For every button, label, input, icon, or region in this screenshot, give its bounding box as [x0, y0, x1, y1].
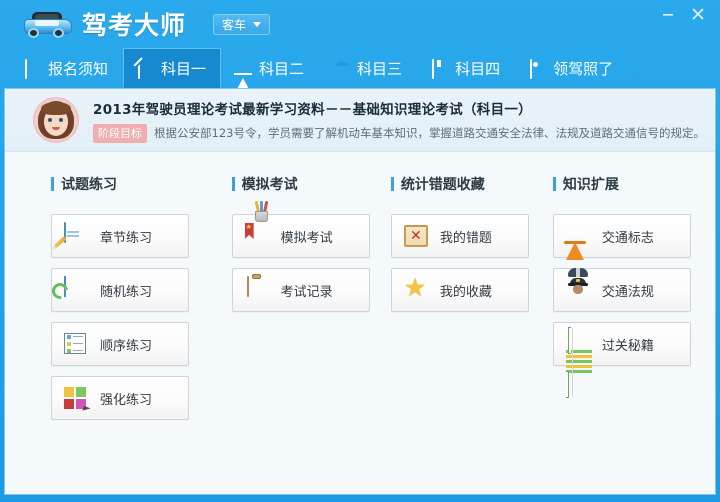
minimize-button[interactable] — [654, 4, 682, 24]
status-badge: 阶段目标 — [93, 124, 147, 143]
traffic-sign-icon — [566, 223, 592, 249]
card-wode-cuoti[interactable]: ✕ 我的错题 — [391, 214, 529, 258]
section-title: 模拟考试 — [242, 174, 298, 194]
document-icon — [25, 60, 42, 77]
tab-label: 科目三 — [357, 58, 402, 79]
wrong-questions-icon: ✕ — [404, 223, 430, 249]
card-label: 随机练习 — [100, 281, 152, 300]
card-label: 考试记录 — [281, 281, 333, 300]
card-jiaotong-biaozhi[interactable]: 交通标志 — [553, 214, 691, 258]
section-accent-bar — [232, 177, 235, 191]
section-header: 统计错题收藏 — [391, 174, 553, 194]
section-title: 试题练习 — [61, 174, 117, 194]
intensive-practice-icon — [64, 385, 90, 411]
tab-kemu-er[interactable]: 科目二 — [221, 48, 319, 88]
section-header: 模拟考试 — [232, 174, 391, 194]
card-label: 交通标志 — [602, 227, 654, 246]
section-accent-bar — [553, 177, 556, 191]
app-title: 驾考大师 — [82, 6, 186, 42]
info-banner: 2013年驾驶员理论考试最新学习资料－－基础知识理论考试（科目一） 阶段目标 根… — [5, 89, 715, 152]
card-wode-shoucang[interactable]: ★ 我的收藏 — [391, 268, 529, 312]
column-moni-kaoshi: 模拟考试 模拟考试 考试记录 — [232, 174, 391, 430]
section-header: 试题练习 — [51, 174, 232, 194]
blue-car-icon — [22, 9, 74, 39]
tab-kemu-yi[interactable]: 科目一 — [123, 48, 221, 88]
card-label: 顺序练习 — [100, 335, 152, 354]
card-guoguan-miji[interactable]: 过关秘籍 — [553, 322, 691, 366]
card-label: 过关秘籍 — [602, 335, 654, 354]
feature-columns: 试题练习 章节练习 随机练习 — [5, 152, 715, 430]
tab-ling-jiazhao[interactable]: 领驾照了 — [515, 48, 628, 88]
traffic-law-police-icon — [566, 277, 592, 303]
title-bar: 驾考大师 客车 — [0, 0, 720, 48]
section-header: 知识扩展 — [553, 174, 715, 194]
card-suiji-lianxi[interactable]: 随机练习 — [51, 268, 189, 312]
column-zhishi-kuozhan: 知识扩展 交通标志 交通法规 — [553, 174, 715, 430]
tab-label: 科目四 — [455, 58, 500, 79]
tab-baoming-xuzhi[interactable]: 报名须知 — [10, 48, 123, 88]
tab-label: 领驾照了 — [553, 58, 613, 79]
random-practice-icon — [64, 277, 90, 303]
ordered-practice-icon — [64, 331, 90, 357]
card-qianghua-lianxi[interactable]: 强化练习 — [51, 376, 189, 420]
close-button[interactable] — [684, 4, 712, 24]
banner-title: 2013年驾驶员理论考试最新学习资料－－基础知识理论考试（科目一） — [93, 98, 705, 118]
column-shiti-lianxi: 试题练习 章节练习 随机练习 — [51, 174, 232, 430]
tab-label: 报名须知 — [48, 58, 108, 79]
card-kaoshi-jilu[interactable]: 考试记录 — [232, 268, 370, 312]
chevron-down-icon — [253, 22, 261, 27]
card-moni-kaoshi[interactable]: 模拟考试 — [232, 214, 370, 258]
window-controls — [654, 4, 712, 24]
application-window: 驾考大师 客车 报名须知 科目一 科目二 科 — [0, 0, 720, 502]
tab-kemu-san[interactable]: 科目三 — [319, 48, 417, 88]
car-icon — [334, 60, 351, 77]
section-accent-bar — [51, 177, 54, 191]
traffic-cone-icon — [236, 60, 253, 77]
tab-label: 科目二 — [259, 58, 304, 79]
card-label: 模拟考试 — [281, 227, 333, 246]
card-label: 章节练习 — [100, 227, 152, 246]
content-area: 2013年驾驶员理论考试最新学习资料－－基础知识理论考试（科目一） 阶段目标 根… — [4, 88, 716, 495]
pass-tips-icon — [566, 331, 592, 357]
column-tongji-cuoti: 统计错题收藏 ✕ 我的错题 ★ 我的收藏 — [391, 174, 553, 430]
card-zhangjie-lianxi[interactable]: 章节练习 — [51, 214, 189, 258]
exam-record-icon — [245, 277, 271, 303]
banner-description: 根据公安部123号令，学员需要了解机动车基本知识，掌握道路交通安全法律、法规及道… — [154, 125, 705, 141]
chapter-practice-icon — [64, 223, 90, 249]
card-label: 交通法规 — [602, 281, 654, 300]
avatar — [33, 97, 79, 143]
section-title: 知识扩展 — [563, 174, 619, 194]
card-shunxu-lianxi[interactable]: 顺序练习 — [51, 322, 189, 366]
section-title: 统计错题收藏 — [401, 174, 485, 194]
section-accent-bar — [391, 177, 394, 191]
card-label: 我的错题 — [440, 227, 492, 246]
vehicle-type-select[interactable]: 客车 — [213, 14, 270, 35]
book-icon — [432, 60, 449, 77]
mock-exam-icon — [245, 223, 271, 249]
star-favorites-icon: ★ — [404, 277, 430, 303]
tab-kemu-si[interactable]: 科目四 — [417, 48, 515, 88]
main-navigation: 报名须知 科目一 科目二 科目三 科目四 领驾照了 — [0, 48, 720, 88]
id-card-icon — [530, 60, 547, 77]
vehicle-type-value: 客车 — [222, 16, 246, 33]
card-label: 强化练习 — [100, 389, 152, 408]
card-jiaotong-fagui[interactable]: 交通法规 — [553, 268, 691, 312]
card-label: 我的收藏 — [440, 281, 492, 300]
tab-label: 科目一 — [161, 58, 206, 79]
pencil-square-icon — [138, 60, 155, 77]
